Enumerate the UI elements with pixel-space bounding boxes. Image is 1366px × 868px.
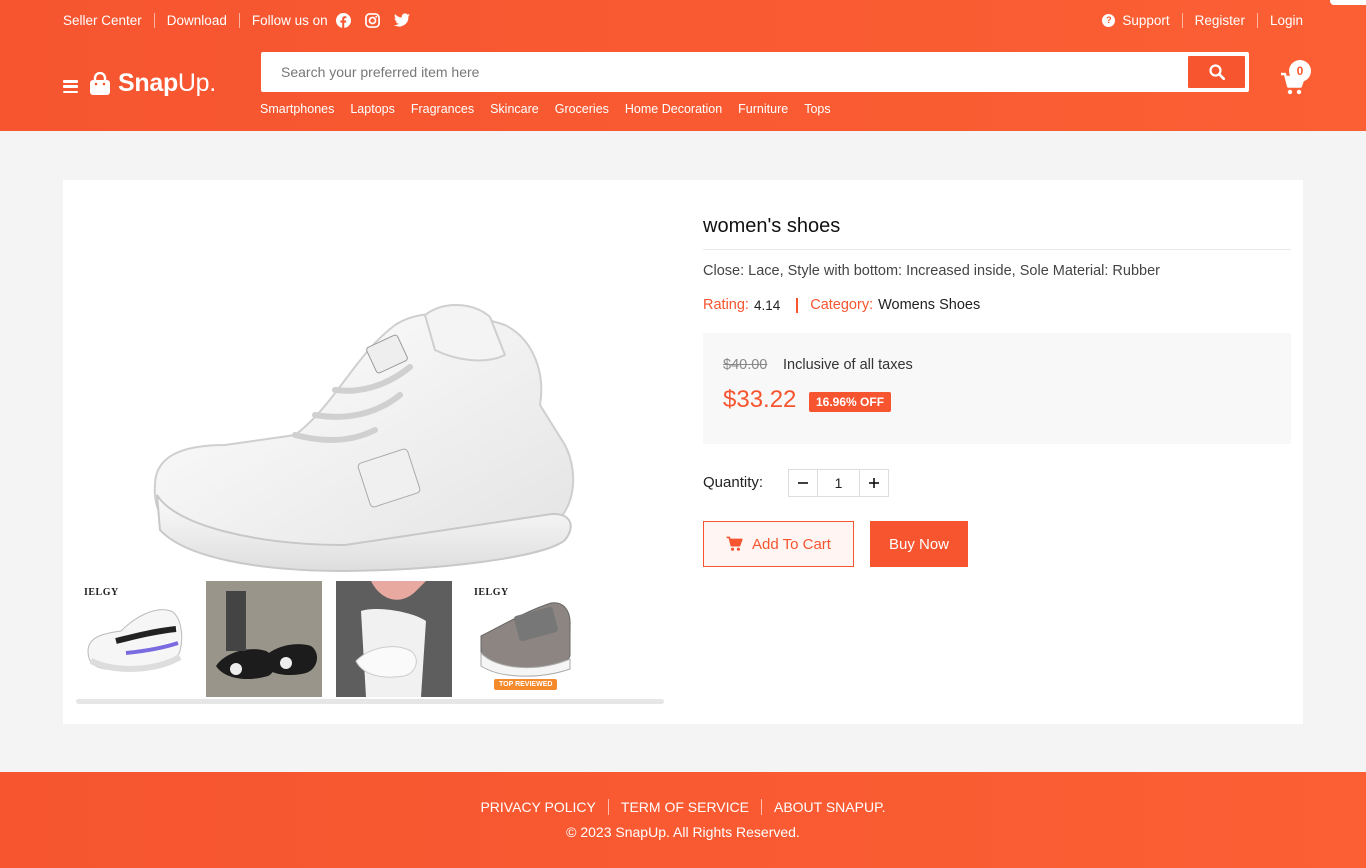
menu-icon[interactable] xyxy=(63,80,78,93)
help-icon: ? xyxy=(1102,13,1116,27)
site-footer: PRIVACY POLICY TERM OF SERVICE ABOUT SNA… xyxy=(0,772,1366,868)
meta-divider xyxy=(796,297,799,313)
terms-of-service-link[interactable]: TERM OF SERVICE xyxy=(621,799,749,815)
main-product-image[interactable] xyxy=(145,295,583,573)
login-link[interactable]: Login xyxy=(1270,13,1303,28)
category-link-laptops[interactable]: Laptops xyxy=(350,102,394,116)
site-header: Seller Center Download Follow us on ? Su… xyxy=(0,0,1366,131)
category-value: Womens Shoes xyxy=(878,297,981,313)
category-link-tops[interactable]: Tops xyxy=(804,102,830,116)
copyright: © 2023 SnapUp. All Rights Reserved. xyxy=(566,824,800,840)
support-link[interactable]: ? Support xyxy=(1102,13,1170,28)
increase-quantity-button[interactable] xyxy=(860,470,888,496)
divider xyxy=(153,12,155,28)
footer-links: PRIVACY POLICY TERM OF SERVICE ABOUT SNA… xyxy=(0,799,1366,815)
search-icon xyxy=(1208,64,1225,80)
top-reviewed-badge: TOP REVIEWED xyxy=(494,679,558,690)
divider xyxy=(607,799,609,815)
add-to-cart-button[interactable]: Add To Cart xyxy=(703,521,854,567)
thumbnail-3[interactable] xyxy=(336,581,452,697)
buy-now-button[interactable]: Buy Now xyxy=(870,521,968,567)
current-price: $33.22 xyxy=(723,386,797,413)
instagram-icon[interactable] xyxy=(364,12,380,28)
logo-bold: Snap xyxy=(118,69,178,97)
rating-value: 4.14 xyxy=(753,297,781,313)
add-to-cart-label: Add To Cart xyxy=(752,535,831,553)
search-button[interactable] xyxy=(1188,56,1245,88)
brand: SnapUp. xyxy=(63,69,216,98)
register-link[interactable]: Register xyxy=(1195,13,1245,28)
divider xyxy=(238,12,240,28)
thumbnail-brand: IELGY xyxy=(84,587,119,598)
thumbnail-2[interactable] xyxy=(206,581,322,697)
logo[interactable]: SnapUp. xyxy=(118,69,216,98)
logo-thin: Up. xyxy=(177,69,216,97)
divider xyxy=(760,799,762,815)
thumbnail-strip: IELGY IELGY TOP REVIEWED xyxy=(76,581,582,697)
category-link-furniture[interactable]: Furniture xyxy=(738,102,788,116)
rating-label: Rating: xyxy=(703,297,749,313)
cart-icon xyxy=(726,536,743,551)
thumbnail-brand: IELGY xyxy=(474,587,509,598)
thumbnail-4[interactable]: IELGY TOP REVIEWED xyxy=(466,581,582,697)
quantity-stepper xyxy=(788,469,889,497)
category-label: Category: xyxy=(810,297,874,313)
thumbnail-scrollbar[interactable] xyxy=(76,699,664,704)
category-link-groceries[interactable]: Groceries xyxy=(555,102,609,116)
divider xyxy=(1181,12,1183,28)
corner-tab xyxy=(1330,0,1366,5)
quantity-input[interactable] xyxy=(817,470,860,496)
cart-count-badge: 0 xyxy=(1289,60,1311,82)
top-bar-right: ? Support Register Login xyxy=(1102,11,1303,29)
decrease-quantity-button[interactable] xyxy=(789,470,817,496)
download-link[interactable]: Download xyxy=(167,13,227,28)
price-box: $40.00 Inclusive of all taxes $33.22 16.… xyxy=(703,333,1291,444)
product-meta: Rating: 4.14 Category: Womens Shoes xyxy=(703,297,980,313)
minus-icon xyxy=(798,482,808,484)
discount-badge: 16.96% OFF xyxy=(809,392,892,412)
quantity-label: Quantity: xyxy=(703,474,764,491)
thumbnail-1[interactable]: IELGY xyxy=(76,581,192,697)
top-bar-left: Seller Center Download Follow us on xyxy=(63,11,410,29)
category-nav: Smartphones Laptops Fragrances Skincare … xyxy=(260,102,847,116)
title-divider xyxy=(703,249,1291,250)
divider xyxy=(1256,12,1258,28)
tax-note: Inclusive of all taxes xyxy=(783,357,913,373)
seller-center-link[interactable]: Seller Center xyxy=(63,13,142,28)
follow-us-label: Follow us on xyxy=(251,12,328,28)
category-link-skincare[interactable]: Skincare xyxy=(490,102,539,116)
privacy-policy-link[interactable]: PRIVACY POLICY xyxy=(480,799,595,815)
plus-icon xyxy=(869,478,879,488)
category-link-fragrances[interactable]: Fragrances xyxy=(411,102,474,116)
search-input[interactable] xyxy=(261,52,1181,92)
search-bar xyxy=(261,52,1249,92)
product-title: women's shoes xyxy=(703,215,841,237)
facebook-icon[interactable] xyxy=(335,12,351,28)
social-links xyxy=(335,12,410,28)
support-label[interactable]: Support xyxy=(1122,13,1169,28)
original-price: $40.00 xyxy=(723,357,768,373)
category-link-smartphones[interactable]: Smartphones xyxy=(260,102,334,116)
category-link-home-decoration[interactable]: Home Decoration xyxy=(625,102,722,116)
product-description: Close: Lace, Style with bottom: Increase… xyxy=(703,263,1160,279)
twitter-icon[interactable] xyxy=(393,13,410,27)
about-link[interactable]: ABOUT SNAPUP. xyxy=(774,799,886,815)
shopping-bag-icon xyxy=(89,71,111,96)
